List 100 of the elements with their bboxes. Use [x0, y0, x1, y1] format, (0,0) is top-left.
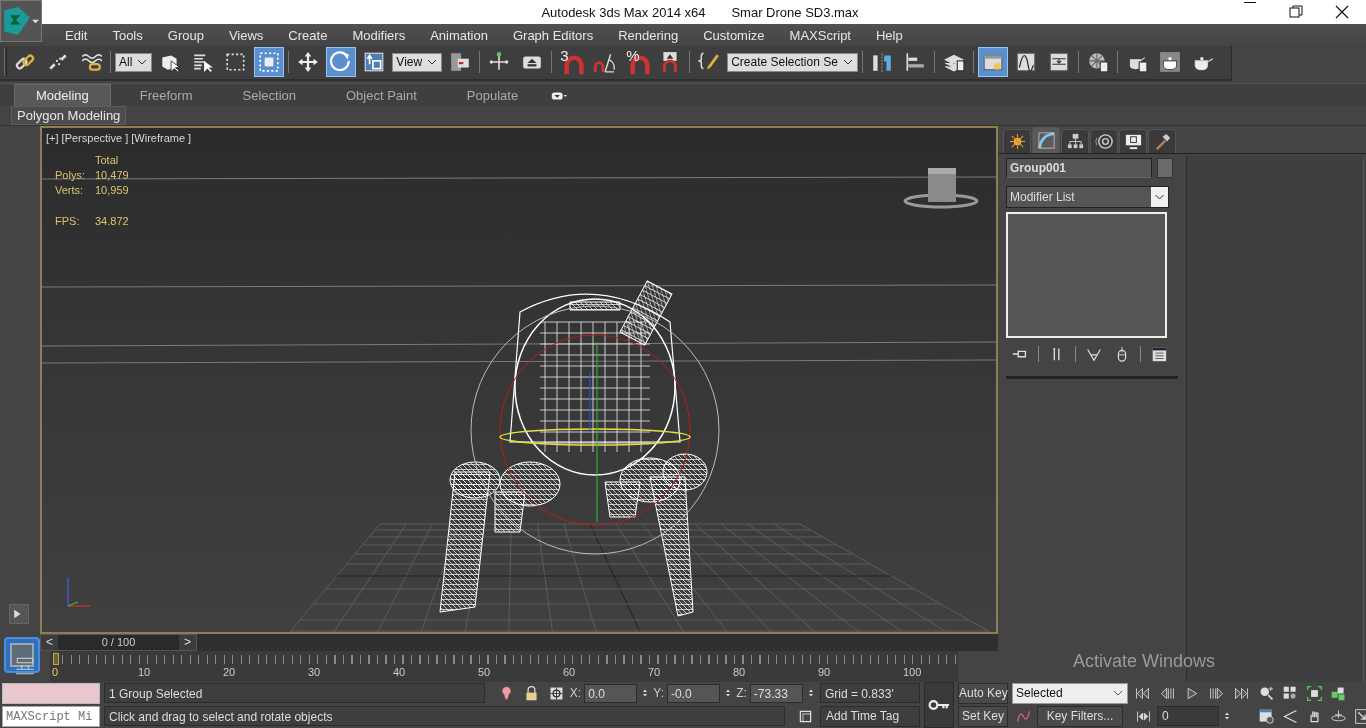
object-name-field[interactable]: Group001	[1006, 157, 1152, 178]
mirror-icon	[870, 51, 893, 74]
menu-item[interactable]: Group	[156, 27, 215, 43]
sun-icon	[1007, 131, 1027, 151]
menu-item[interactable]: Customize	[692, 27, 776, 43]
snap-button[interactable]: %	[622, 47, 653, 78]
menu-item[interactable]: Modifiers	[341, 27, 417, 43]
dropdown[interactable]: Create Selection Se	[727, 52, 858, 72]
ribbon-tab[interactable]: Selection	[221, 84, 317, 106]
menu-item[interactable]: Tools	[101, 27, 154, 43]
rotate-button[interactable]	[326, 47, 357, 78]
menu-item[interactable]: Edit	[54, 27, 99, 43]
frame-label: 20	[223, 665, 236, 678]
stat-value: 10,959	[95, 183, 130, 196]
menu-item[interactable]: Create	[277, 27, 339, 43]
add-time-tag-button[interactable]: Add Time Tag	[820, 705, 920, 727]
listener-output-field[interactable]: MAXScript Mi	[2, 705, 100, 727]
zoom-extents-button[interactable]	[1304, 683, 1325, 704]
object-color-swatch[interactable]	[1157, 157, 1173, 178]
ribbon-tab[interactable]: Populate	[445, 84, 540, 106]
viewcube-icon	[903, 167, 979, 209]
key-mode-dropdown[interactable]: Selected	[1012, 682, 1128, 704]
modifier-list-dropdown[interactable]: Modifier List	[1006, 185, 1169, 208]
dashed-rectangle-icon	[225, 51, 248, 74]
rotate-arrow-icon	[330, 51, 353, 74]
modify-tab[interactable]	[1032, 126, 1060, 153]
scale-icon	[363, 51, 386, 74]
ribbon-tab[interactable]: Modeling	[14, 83, 111, 106]
create-tab[interactable]	[1003, 128, 1031, 153]
dropdown-value: Create Selection Se	[731, 55, 838, 70]
current-frame-marker[interactable]	[53, 652, 59, 665]
menu-item[interactable]: Help	[865, 27, 914, 43]
menu-item[interactable]: Animation	[419, 27, 499, 43]
frame-label: 90	[818, 665, 831, 678]
next-frame-button[interactable]: >	[179, 634, 196, 650]
maximize-viewport-button[interactable]	[1352, 706, 1366, 727]
motion-tab[interactable]	[1090, 128, 1118, 153]
stat-label: Polys:	[55, 168, 86, 181]
target-icon	[1094, 131, 1114, 151]
hierarchy-icon	[1065, 131, 1085, 151]
snap-button[interactable]: 3	[556, 47, 587, 78]
key-filters-button[interactable]: Key Filters...	[1037, 705, 1123, 727]
checker-sphere-icon	[1086, 51, 1109, 74]
viewport-label[interactable]: [+] [Perspective ] [Wireframe ]	[46, 131, 192, 144]
dropdown-value: Modifier List	[1009, 188, 1076, 206]
frame-label: 100	[903, 665, 922, 678]
pivot-icon	[449, 51, 472, 74]
auto-key-button[interactable]: Auto Key	[958, 682, 1008, 704]
teapot-frame-icon	[1158, 51, 1181, 74]
app-logo	[3, 7, 31, 35]
stat-label: FPS:	[55, 214, 81, 227]
previous-frame-button[interactable]: <	[41, 634, 58, 650]
coordinate-label: Z:	[736, 686, 747, 701]
scene-explorer-button[interactable]	[977, 47, 1008, 78]
coordinate-field[interactable]: -0.0	[667, 683, 721, 703]
display-tab[interactable]	[1119, 128, 1147, 153]
menu-item[interactable]: Views	[217, 27, 275, 43]
timeline-track[interactable]: 0 10 20 30 40 50 60 70 80 90 100	[50, 650, 958, 682]
window-title: Autodesk 3ds Max 2014 x64	[541, 4, 706, 20]
angle-magnet-icon	[593, 51, 616, 74]
maximize-viewport-icon	[1354, 707, 1366, 725]
minimize-icon	[1244, 2, 1256, 3]
file-name: Smar Drone SD3.max	[731, 4, 859, 20]
move-icon	[297, 51, 320, 74]
field-of-view-icon	[1282, 707, 1299, 725]
modifier-stack-list[interactable]	[1006, 211, 1167, 338]
ribbon-tab[interactable]: Freeform	[118, 84, 214, 106]
zoom-extents-icon	[1306, 684, 1323, 702]
stat-value: 34.872	[95, 214, 130, 227]
utilities-tab[interactable]	[1148, 128, 1176, 153]
dropdown-value: Selected	[1016, 686, 1064, 701]
viewport-layout-button[interactable]	[4, 636, 40, 673]
frame-label: 50	[478, 665, 491, 678]
expand-button[interactable]	[9, 603, 29, 624]
grid-spacing: Grid = 0.833'	[820, 683, 920, 704]
curve-graph-icon	[1014, 51, 1037, 74]
zoom-all-icon	[1282, 684, 1299, 702]
current-frame-field[interactable]: 0	[1157, 706, 1219, 727]
menu-item[interactable]: MAXScript	[778, 27, 862, 43]
dashed-cube-icon	[258, 51, 281, 74]
dropdown-value: View	[396, 55, 423, 70]
wave-chain-icon	[80, 51, 102, 74]
schematic-icon	[1047, 51, 1070, 74]
set-key-mode-button[interactable]: Set Key	[958, 705, 1008, 727]
coordinate-field[interactable]: 0.0	[584, 683, 638, 703]
listener-input-field[interactable]	[2, 682, 100, 704]
window-crossing-button[interactable]	[254, 47, 285, 78]
coordinate-field[interactable]: -73.33	[749, 683, 803, 703]
menu-item[interactable]: Graph Editors	[501, 27, 605, 43]
zoom-icon	[1258, 684, 1275, 702]
ribbon-tab[interactable]: Object Paint	[325, 84, 438, 106]
viewport[interactable]: [+] [Perspective ] [Wireframe ] Total Polys: 10,479 Verts: 10,959 FPS: 34.872	[40, 125, 998, 634]
hierarchy-tab[interactable]	[1061, 128, 1089, 153]
dropdown[interactable]: All	[115, 52, 153, 72]
dropdown[interactable]: View	[392, 52, 443, 72]
activation-title: Activate Windows	[1073, 651, 1216, 672]
stat-label: Verts:	[55, 183, 85, 196]
set-key-button[interactable]	[924, 681, 954, 728]
coordinate-label: X:	[569, 686, 582, 701]
menu-item[interactable]: Rendering	[607, 27, 690, 43]
